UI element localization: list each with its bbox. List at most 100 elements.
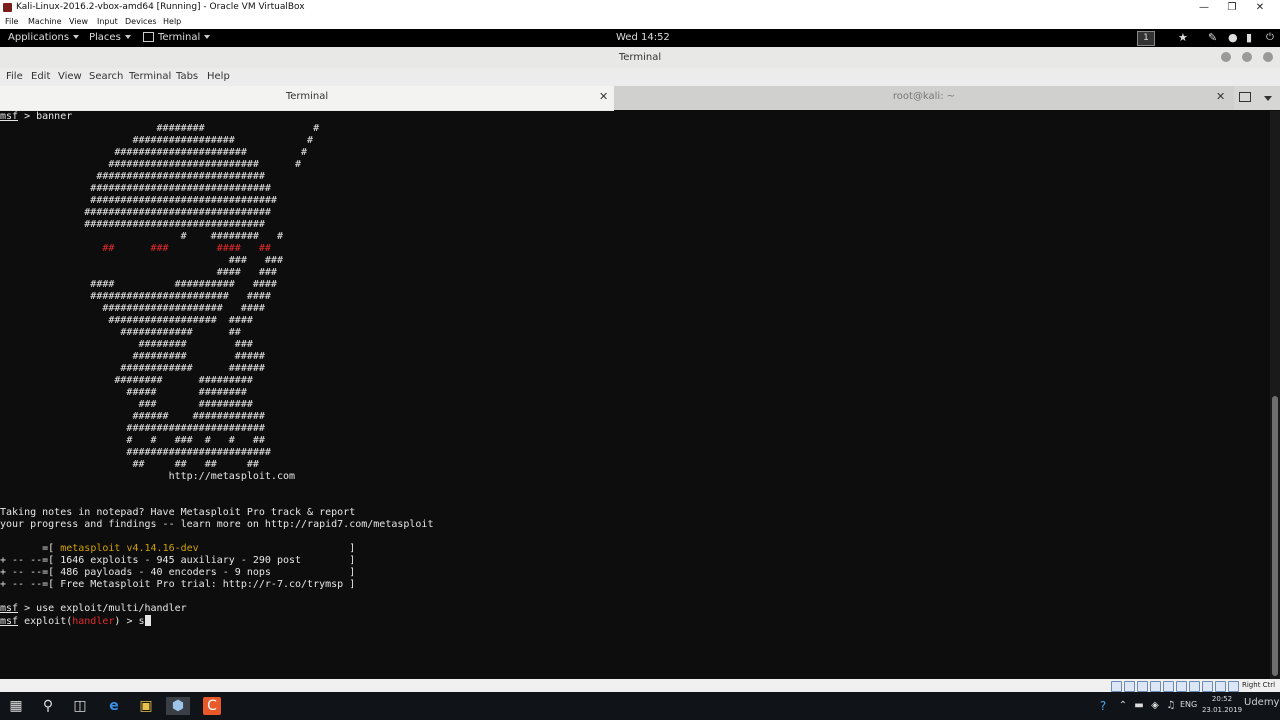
help-icon[interactable]: ?: [1094, 697, 1112, 715]
vbox-menu-view[interactable]: View: [69, 15, 88, 29]
restore-icon[interactable]: ❐: [1218, 0, 1246, 15]
tab-close-icon[interactable]: ✕: [599, 86, 608, 108]
vbox-menu-machine[interactable]: Machine: [28, 15, 62, 29]
file-explorer-icon[interactable]: ▣: [137, 697, 155, 715]
vbox-menu-file[interactable]: File: [5, 15, 18, 29]
network-adapter-icon[interactable]: [1150, 681, 1161, 692]
banner-art-line: ###### ############: [0, 411, 265, 422]
terminal-menubar: File Edit View Search Terminal Tabs Help: [0, 68, 1280, 86]
places-menu[interactable]: Places: [89, 29, 131, 47]
vbox-menu-help[interactable]: Help: [163, 15, 181, 29]
tip-line: Taking notes in notepad? Have Metasploit…: [0, 507, 356, 518]
module-name: handler: [72, 616, 115, 627]
tray-date: 23.01.2019: [1201, 706, 1243, 714]
stats-line: + -- --=[ 486 payloads - 40 encoders - 9…: [0, 567, 356, 578]
microphone-icon[interactable]: ●: [1228, 29, 1238, 47]
task-view-icon[interactable]: ◫: [71, 697, 89, 715]
audio-icon[interactable]: [1137, 681, 1148, 692]
chevron-down-icon: [204, 35, 211, 39]
chevron-down-icon: [73, 35, 80, 39]
terminal-menu-search[interactable]: Search: [89, 68, 123, 86]
banner-art-line: ## ## ## ##: [0, 459, 259, 470]
usb-icon[interactable]: [1163, 681, 1174, 692]
udemy-watermark: Udemy: [1244, 697, 1280, 708]
recording-icon[interactable]: [1202, 681, 1213, 692]
vbox-statusbar: Right Ctrl: [0, 679, 1280, 692]
mouse-integration-icon[interactable]: [1228, 681, 1239, 692]
workspace-indicator[interactable]: 1: [1137, 31, 1155, 46]
terminal-menu-view[interactable]: View: [58, 68, 82, 86]
tab-terminal-label: Terminal: [285, 91, 329, 102]
new-tab-icon[interactable]: [1239, 92, 1251, 102]
host-key-label: Right Ctrl: [1242, 681, 1276, 689]
power-icon[interactable]: ⏻: [1266, 29, 1274, 47]
search-icon[interactable]: ⚲: [39, 697, 57, 715]
scrollbar-thumb[interactable]: [1272, 396, 1278, 676]
terminal-scrollbar[interactable]: [1270, 111, 1280, 679]
terminal-app-menu[interactable]: Terminal: [143, 29, 211, 47]
tab-close-icon[interactable]: ✕: [1216, 86, 1225, 108]
command-banner: > banner: [18, 111, 73, 122]
minimize-icon[interactable]: —: [1190, 0, 1218, 15]
pen-icon[interactable]: ✎: [1208, 29, 1217, 47]
terminal-output[interactable]: msf > banner ######## # ################…: [0, 111, 1270, 679]
terminal-tabbar: Terminal ✕ root@kali: ~ ✕: [0, 86, 1280, 112]
vbox-menu-devices[interactable]: Devices: [125, 15, 157, 29]
battery-icon[interactable]: ▮: [1246, 29, 1252, 47]
banner-art-line: #### ###: [0, 267, 277, 278]
tabs-menu-chevron-icon[interactable]: [1264, 96, 1272, 101]
banner-art-line: ############ ##: [0, 327, 241, 338]
optical-drive-icon[interactable]: [1124, 681, 1135, 692]
virtualbox-taskbar-icon[interactable]: ⬢: [166, 697, 190, 715]
banner-art-line: ######## ###: [0, 339, 253, 350]
banner-art-line: ######### #####: [0, 351, 265, 362]
shared-folders-icon[interactable]: [1176, 681, 1187, 692]
applications-menu[interactable]: Applications: [8, 29, 80, 47]
vbox-titlebar: Kali-Linux-2016.2-vbox-amd64 [Running] -…: [0, 0, 1280, 15]
windows-taskbar: ▦ ⚲ ◫ e ▣ ⬢ C ? ⌃ ▬ ◈ ♫ ENG 20:52 23.01.…: [0, 692, 1280, 720]
msf-prompt: msf: [0, 603, 19, 614]
banner-art-line: ###############################: [0, 195, 277, 206]
vbox-menubar: File Machine View Input Devices Help: [0, 15, 1280, 29]
terminal-window-title: Terminal: [618, 52, 662, 63]
hdd-icon[interactable]: [1111, 681, 1122, 692]
cpu-icon[interactable]: [1215, 681, 1226, 692]
language-indicator[interactable]: ENG: [1180, 700, 1197, 709]
terminal-menu-help[interactable]: Help: [207, 68, 230, 86]
banner-art-line: ############ ######: [0, 363, 265, 374]
terminal-menu-file[interactable]: File: [6, 68, 23, 86]
tab-terminal[interactable]: Terminal ✕: [0, 86, 614, 112]
banner-art-line: # # ### # # ##: [0, 435, 265, 446]
stats-line: + -- --=[ Free Metasploit Pro trial: htt…: [0, 579, 356, 590]
banner-art-line: #################### ####: [0, 303, 265, 314]
places-label: Places: [89, 32, 121, 43]
terminal-menu-terminal[interactable]: Terminal: [129, 68, 171, 86]
tray-clock[interactable]: 20:52 23.01.2019: [1200, 694, 1244, 716]
stats-line: + -- --=[ 1646 exploits - 945 auxiliary …: [0, 555, 356, 566]
banner-art-line: ################## ####: [0, 315, 253, 326]
banner-art-line: #######################: [0, 423, 265, 434]
close-icon[interactable]: ✕: [1246, 0, 1274, 15]
terminal-close-icon[interactable]: [1263, 52, 1273, 62]
banner-art-line: #### ########## ####: [0, 279, 277, 290]
tab-root-kali[interactable]: root@kali: ~ ✕: [614, 86, 1234, 110]
terminal-menu-edit[interactable]: Edit: [31, 68, 50, 86]
clock[interactable]: Wed 14:52: [616, 29, 670, 47]
banner-art-line: ###################### #: [0, 147, 308, 158]
exploit-suffix: ) >: [114, 616, 139, 627]
display-icon[interactable]: [1189, 681, 1200, 692]
edge-browser-icon[interactable]: e: [105, 697, 123, 715]
network-icon[interactable]: ★: [1178, 29, 1188, 47]
vbox-menu-input[interactable]: Input: [97, 15, 118, 29]
volume-icon[interactable]: ♫: [1162, 697, 1180, 715]
tray-time: 20:52: [1211, 695, 1233, 703]
terminal-minimize-icon[interactable]: [1221, 52, 1231, 62]
windows-start-icon[interactable]: ▦: [7, 697, 25, 715]
app-taskbar-icon[interactable]: C: [203, 697, 221, 715]
terminal-icon: [143, 32, 154, 42]
terminal-menu-tabs[interactable]: Tabs: [176, 68, 198, 86]
terminal-maximize-icon[interactable]: [1242, 52, 1252, 62]
command-use: > use exploit/multi/handler: [18, 603, 187, 614]
banner-url: http://metasploit.com: [0, 471, 296, 482]
version-prefix: =[: [0, 543, 61, 554]
